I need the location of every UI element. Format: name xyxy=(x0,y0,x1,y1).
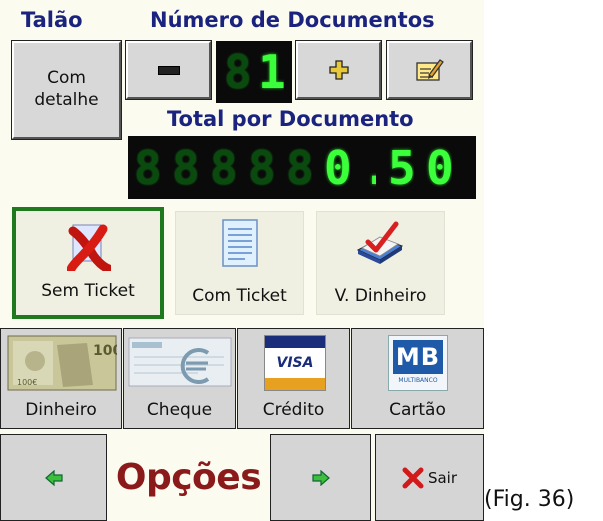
next-button[interactable] xyxy=(270,434,371,521)
svg-text:100: 100 xyxy=(93,343,117,359)
red-x-icon xyxy=(67,224,111,271)
sem-ticket-label: Sem Ticket xyxy=(41,281,135,301)
exit-button[interactable]: Sair xyxy=(375,434,484,521)
cheque-icon xyxy=(128,337,232,387)
increment-button[interactable] xyxy=(295,40,382,100)
count-digit: 1 xyxy=(258,49,284,95)
v-dinheiro-label: V. Dinheiro xyxy=(334,286,427,306)
credito-label: Crédito xyxy=(262,400,325,420)
minus-icon xyxy=(157,65,180,75)
cheque-button[interactable]: Cheque xyxy=(123,328,236,429)
arrow-left-icon xyxy=(44,469,63,486)
document-icon xyxy=(222,219,258,267)
cartao-button[interactable]: MB MULTIBANCO Cartão xyxy=(351,328,484,429)
total-digit-dim: 8 xyxy=(286,144,312,191)
total-digit: 0 xyxy=(324,144,350,191)
edit-button[interactable] xyxy=(386,40,473,100)
multibanco-icon: MB MULTIBANCO xyxy=(388,335,448,391)
mb-logo-text: MB xyxy=(393,340,443,374)
total-label: Total por Documento xyxy=(167,107,414,131)
cheque-label: Cheque xyxy=(146,400,213,420)
total-digit-dim: 8 xyxy=(172,144,198,191)
num-docs-label: Número de Documentos xyxy=(150,8,435,32)
arrow-right-icon xyxy=(311,469,330,486)
total-digit-point: . xyxy=(362,145,376,191)
total-digit-dim: 8 xyxy=(248,144,274,191)
cartao-label: Cartão xyxy=(389,400,446,420)
com-ticket-option[interactable]: Com Ticket xyxy=(175,211,304,315)
total-display: 8 8 8 8 8 0 . 5 0 xyxy=(128,136,476,199)
close-icon xyxy=(402,467,424,488)
com-ticket-label: Com Ticket xyxy=(192,286,287,306)
v-dinheiro-option[interactable]: V. Dinheiro xyxy=(316,211,445,315)
com-detalhe-line2: detalhe xyxy=(34,90,99,110)
app-panel: Talão Número de Documentos Com detalhe 8… xyxy=(0,0,484,521)
total-digit-dim: 8 xyxy=(210,144,236,191)
figure-caption: (Fig. 36) xyxy=(484,487,575,512)
checkmark-book-icon xyxy=(356,221,404,264)
doc-count-display: 8 1 xyxy=(216,41,292,103)
total-digit: 5 xyxy=(388,144,414,191)
total-digit: 0 xyxy=(426,144,452,191)
talao-label: Talão xyxy=(21,8,83,32)
visa-card-icon: VISA xyxy=(264,335,326,391)
mb-logo-sub: MULTIBANCO xyxy=(398,377,438,384)
dinheiro-button[interactable]: 100 100€ Dinheiro xyxy=(0,328,122,429)
exit-label: Sair xyxy=(427,468,458,487)
svg-text:100€: 100€ xyxy=(17,378,37,387)
total-digit-dim: 8 xyxy=(134,144,160,191)
decrement-button[interactable] xyxy=(125,40,212,100)
count-digit-dim: 8 xyxy=(224,49,250,95)
prev-button[interactable] xyxy=(0,434,107,521)
page-title: Opções xyxy=(115,457,262,498)
sem-ticket-option[interactable]: Sem Ticket xyxy=(12,207,164,319)
com-detalhe-line1: Com xyxy=(47,68,86,88)
com-detalhe-button[interactable]: Com detalhe xyxy=(11,40,122,140)
plus-icon xyxy=(328,60,349,80)
visa-logo-text: VISA xyxy=(276,355,314,371)
dinheiro-label: Dinheiro xyxy=(25,400,97,420)
banknote-icon: 100 100€ xyxy=(7,335,117,391)
credito-button[interactable]: VISA Crédito xyxy=(237,328,350,429)
edit-note-icon xyxy=(415,59,444,81)
